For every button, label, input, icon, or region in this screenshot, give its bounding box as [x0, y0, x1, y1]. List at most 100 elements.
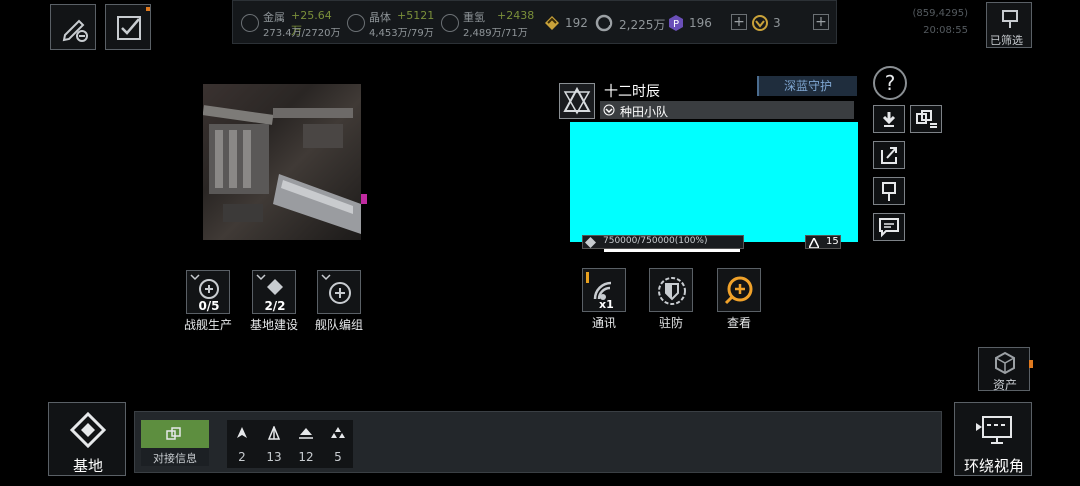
fleet-slot[interactable]: 13 — [259, 420, 289, 468]
transfer-button[interactable] — [910, 105, 942, 133]
download-icon — [882, 112, 896, 127]
surround-view-button[interactable]: 环绕视角 — [954, 402, 1032, 476]
hp-icon — [585, 237, 596, 248]
target-name: 十二时辰 — [604, 84, 660, 100]
currency-value: 2,225万 — [619, 18, 666, 32]
fleet-formation-icon — [321, 274, 351, 304]
checklist-icon — [117, 7, 150, 40]
task-button[interactable] — [105, 4, 151, 50]
g-coin-icon — [595, 14, 613, 32]
level-value: 15 — [826, 236, 839, 247]
pin-button[interactable] — [873, 177, 905, 205]
transfer-icon — [916, 110, 937, 128]
hp-fill — [604, 249, 740, 252]
currency-g[interactable]: 2,225万 — [595, 13, 665, 33]
pin-icon — [1002, 10, 1018, 28]
target-avatar[interactable] — [559, 83, 595, 119]
download-button[interactable] — [873, 105, 905, 133]
assets-button[interactable]: 资产 — [978, 347, 1033, 392]
resource-bar: 金属 +25.64万 273.4万/2720万 晶体 +5121 4,453万/… — [232, 0, 837, 44]
base-icon — [69, 411, 107, 449]
dock-icon — [166, 427, 181, 440]
share-button[interactable] — [873, 141, 905, 169]
resource-name: 晶体 — [369, 11, 391, 24]
faction-tag-label: 深蓝守护 — [783, 79, 832, 93]
fleet-formation-label: 舰队编组 — [314, 318, 363, 332]
comm-label: 通讯 — [591, 316, 616, 330]
fleet-formation-button[interactable] — [317, 270, 361, 314]
help-button[interactable]: ? — [873, 66, 907, 100]
add-token-button[interactable]: + — [813, 14, 829, 30]
view-button[interactable] — [717, 268, 761, 312]
currency-value: 196 — [689, 16, 712, 30]
resource-delta: +2438 — [497, 9, 535, 22]
ship-production-label: 战舰生产 — [183, 318, 232, 332]
resource-name: 金属 — [263, 11, 285, 24]
message-icon — [879, 218, 899, 238]
token-icon — [752, 15, 768, 31]
garrison-label: 驻防 — [658, 316, 683, 330]
fleet-slot[interactable]: 2 — [227, 420, 257, 468]
filter-label: 已筛选 — [990, 34, 1023, 47]
action-count: 2/2 — [264, 299, 286, 313]
currency-p[interactable]: P 196 — [667, 13, 715, 33]
filter-button[interactable]: 已筛选 — [986, 2, 1032, 48]
coordinates: (859,4295) 20:08:55 — [900, 8, 968, 36]
fleet-slot[interactable]: 12 — [291, 420, 321, 468]
marker — [361, 194, 367, 204]
magnifier-icon — [724, 276, 753, 305]
action-count: 0/5 — [198, 299, 220, 313]
dock-info-highlight — [141, 420, 209, 448]
p-coin-icon: P — [669, 15, 683, 31]
resource-value: 273.4万/2720万 — [263, 28, 341, 39]
fleet-group: 2 13 12 5 — [227, 420, 353, 468]
crystal-icon — [347, 14, 365, 32]
currency-rank[interactable]: 192 — [543, 13, 593, 33]
pencil-minus-icon — [62, 19, 88, 42]
currency-token[interactable]: 3 — [751, 13, 801, 33]
fleet-count: 13 — [266, 450, 282, 464]
edit-button[interactable] — [50, 4, 96, 50]
ship-type-2-icon — [267, 426, 281, 440]
bottom-panel: 对接信息 2 13 12 5 — [134, 411, 942, 473]
space-station-image — [202, 105, 361, 234]
rank-icon — [545, 16, 559, 30]
level-icon — [809, 238, 819, 248]
base-build-label: 基地建设 — [249, 318, 298, 332]
message-button[interactable] — [873, 213, 905, 241]
time-value: 20:08:55 — [923, 25, 968, 36]
cube-icon — [995, 351, 1015, 375]
base-button[interactable]: 基地 — [48, 402, 126, 476]
resource-metal[interactable]: 金属 +25.64万 273.4万/2720万 — [241, 7, 341, 39]
garrison-button[interactable] — [649, 268, 693, 312]
dock-info-button[interactable]: 对接信息 — [141, 420, 209, 466]
target-emblem-icon — [563, 86, 591, 115]
add-p-button[interactable]: + — [731, 14, 747, 30]
team-icon — [603, 104, 615, 116]
resource-deuterium[interactable]: 重氢 +2438 2,489万/71万 — [439, 7, 535, 39]
base-preview[interactable] — [202, 84, 367, 240]
resource-name: 重氢 — [463, 11, 485, 24]
help-icon: ? — [884, 71, 896, 95]
resource-delta: +5121 — [397, 9, 435, 22]
base-build-button[interactable]: 2/2 — [252, 270, 296, 314]
resource-crystal[interactable]: 晶体 +5121 4,453万/79万 — [345, 7, 435, 39]
surround-view-label: 环绕视角 — [963, 457, 1024, 475]
view-label: 查看 — [726, 316, 751, 330]
ship-production-button[interactable]: 0/5 — [186, 270, 230, 314]
comm-button[interactable]: x1 — [582, 268, 626, 312]
hp-text: 750000/750000(100%) — [603, 236, 708, 246]
shield-icon — [658, 277, 686, 305]
hp-fill-track — [604, 249, 740, 252]
currency-value: 192 — [565, 16, 588, 30]
assets-badge — [1029, 360, 1033, 368]
target-visual-panel[interactable] — [570, 122, 858, 242]
ship-type-1-icon — [237, 427, 247, 438]
faction-tag[interactable]: 深蓝守护 — [757, 76, 857, 96]
fleet-slot[interactable]: 5 — [323, 420, 353, 468]
resource-value: 2,489万/71万 — [463, 28, 528, 39]
fleet-count: 12 — [298, 450, 314, 464]
ship-type-3-icon — [299, 428, 313, 439]
team-row[interactable]: 种田小队 — [600, 101, 854, 119]
svg-text:P: P — [673, 19, 679, 30]
